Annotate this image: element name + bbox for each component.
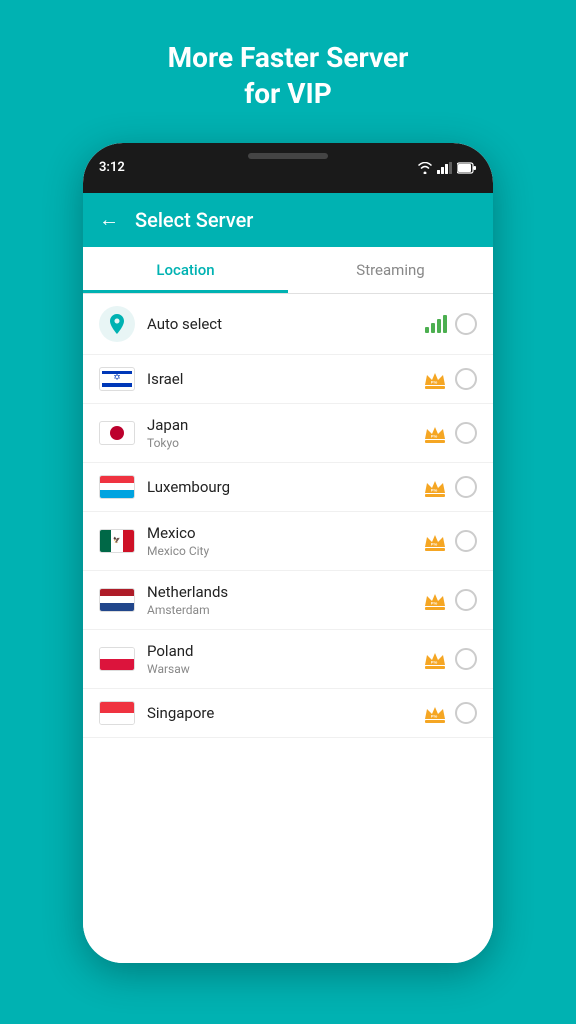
status-bar: 3:12 (83, 143, 493, 193)
flag-japan (99, 421, 135, 445)
list-item[interactable]: Japan Tokyo Pro (83, 404, 493, 463)
back-button[interactable]: ← (99, 207, 119, 232)
svg-text:Pro: Pro (431, 433, 438, 438)
country-info: Auto select (147, 315, 413, 333)
radio-button[interactable] (455, 589, 477, 611)
right-icons: Pro (423, 702, 477, 724)
right-icons (425, 313, 477, 335)
svg-text:Pro: Pro (431, 487, 438, 492)
wifi-icon (417, 162, 433, 174)
svg-text:Pro: Pro (431, 713, 438, 718)
country-name: Luxembourg (147, 478, 411, 496)
list-item[interactable]: Netherlands Amsterdam Pro (83, 571, 493, 630)
bar3 (437, 319, 441, 333)
country-name: Poland (147, 642, 411, 660)
signal-bars (425, 315, 447, 333)
flag-luxembourg (99, 475, 135, 499)
right-icons: Pro (423, 648, 477, 670)
list-item[interactable]: Auto select (83, 294, 493, 355)
country-info: Israel (147, 370, 411, 388)
radio-button[interactable] (455, 648, 477, 670)
radio-button[interactable] (455, 530, 477, 552)
list-item[interactable]: Luxembourg Pro (83, 463, 493, 512)
country-name: Japan (147, 416, 411, 434)
radio-button[interactable] (455, 476, 477, 498)
tab-streaming[interactable]: Streaming (288, 247, 493, 293)
country-info: Netherlands Amsterdam (147, 583, 411, 617)
pro-crown-icon: Pro (423, 703, 447, 723)
status-icons (417, 162, 477, 174)
flag-israel: ✡ (99, 367, 135, 391)
country-info: Poland Warsaw (147, 642, 411, 676)
city-name: Tokyo (147, 436, 411, 450)
bar4 (443, 315, 447, 333)
bar2 (431, 323, 435, 333)
app-bar-title: Select Server (135, 208, 253, 232)
battery-icon (457, 162, 477, 174)
pro-crown-icon: Pro (423, 531, 447, 551)
country-info: Mexico Mexico City (147, 524, 411, 558)
flag-singapore (99, 701, 135, 725)
radio-button[interactable] (455, 368, 477, 390)
server-list: Auto select ✡ Isr (83, 294, 493, 963)
country-name: Israel (147, 370, 411, 388)
auto-select-icon (99, 306, 135, 342)
country-info: Singapore (147, 704, 411, 722)
country-name: Singapore (147, 704, 411, 722)
radio-button[interactable] (455, 313, 477, 335)
radio-button[interactable] (455, 702, 477, 724)
svg-text:Pro: Pro (431, 600, 438, 605)
country-name: Mexico (147, 524, 411, 542)
pro-crown-icon: Pro (423, 423, 447, 443)
flag-mexico: 🦅 (99, 529, 135, 553)
pro-crown-icon: Pro (423, 649, 447, 669)
cellular-icon (437, 162, 453, 174)
status-time: 3:12 (99, 160, 125, 175)
list-item[interactable]: Singapore Pro (83, 689, 493, 738)
city-name: Mexico City (147, 544, 411, 558)
right-icons: Pro (423, 422, 477, 444)
country-info: Luxembourg (147, 478, 411, 496)
phone-mockup: 3:12 ← Select Serve (83, 143, 493, 963)
pro-crown-icon: Pro (423, 590, 447, 610)
svg-text:Pro: Pro (431, 379, 438, 384)
list-item[interactable]: 🦅 Mexico Mexico City Pro (83, 512, 493, 571)
pro-crown-icon: Pro (423, 369, 447, 389)
tab-location[interactable]: Location (83, 247, 288, 293)
right-icons: Pro (423, 589, 477, 611)
flag-poland (99, 647, 135, 671)
tabs-container: Location Streaming (83, 247, 493, 294)
list-item[interactable]: ✡ Israel Pro (83, 355, 493, 404)
svg-text:Pro: Pro (431, 541, 438, 546)
list-item[interactable]: Poland Warsaw Pro (83, 630, 493, 689)
app-bar: ← Select Server (83, 193, 493, 247)
city-name: Amsterdam (147, 603, 411, 617)
bar1 (425, 327, 429, 333)
country-name: Auto select (147, 315, 413, 333)
pro-crown-icon: Pro (423, 477, 447, 497)
right-icons: Pro (423, 476, 477, 498)
right-icons: Pro (423, 368, 477, 390)
flag-netherlands (99, 588, 135, 612)
promo-title: More Faster Server for VIP (168, 40, 409, 113)
country-info: Japan Tokyo (147, 416, 411, 450)
svg-text:Pro: Pro (431, 659, 438, 664)
right-icons: Pro (423, 530, 477, 552)
city-name: Warsaw (147, 662, 411, 676)
radio-button[interactable] (455, 422, 477, 444)
country-name: Netherlands (147, 583, 411, 601)
